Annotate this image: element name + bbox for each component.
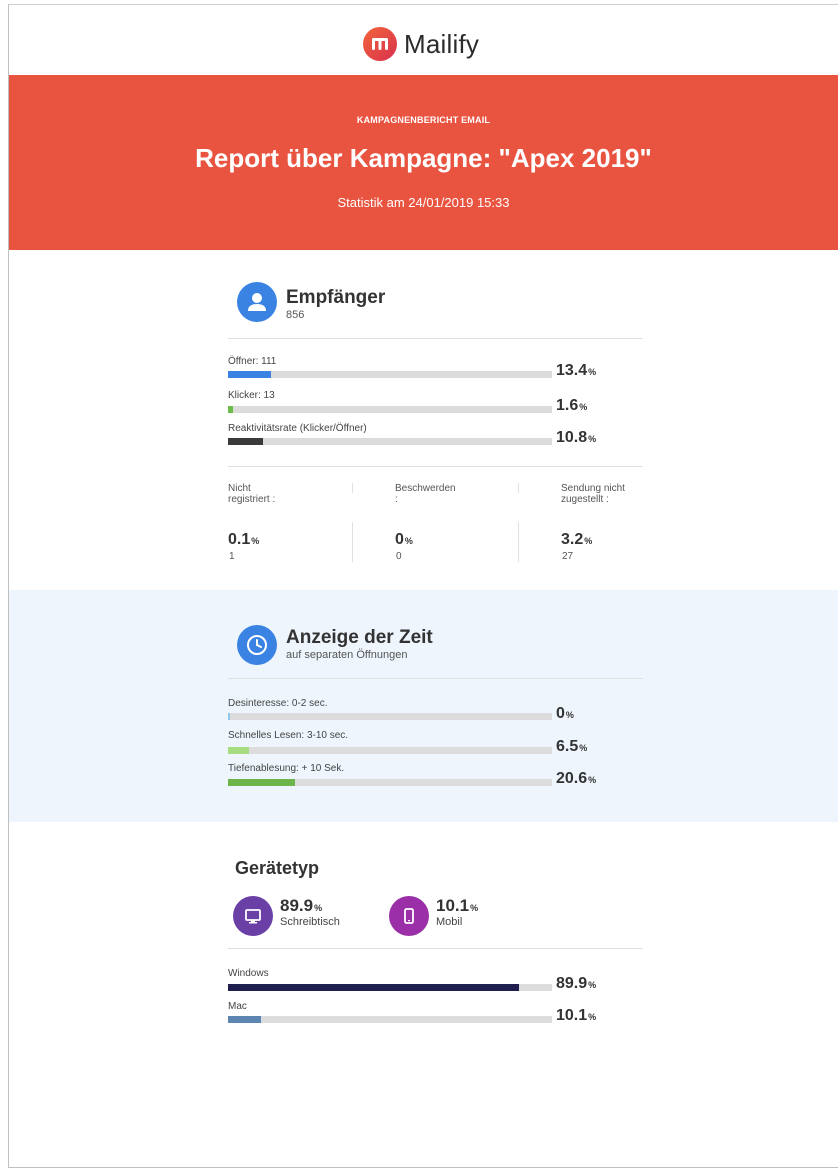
desktop-value: 89.9% — [280, 896, 323, 915]
reactivity-label: Reaktivitätsrate (Klicker/Öffner) — [228, 423, 367, 434]
mobile-value: 10.1% — [436, 896, 479, 915]
report-page: Mailify KAMPAGNENBERICHT EMAIL Report üb… — [8, 4, 838, 1168]
reactivity-bar — [228, 438, 552, 445]
openers-label: Öffner: 111 — [228, 356, 277, 367]
clickers-label: Klicker: 13 — [228, 390, 275, 401]
mac-bar-fill — [228, 1016, 261, 1023]
divider — [228, 466, 643, 467]
report-date: Statistik am 24/01/2019 15:33 — [337, 195, 510, 210]
unregistered-stat: Nicht registriert : — [228, 483, 275, 505]
undelivered-value: 3.2% — [561, 531, 593, 548]
disinterest-label: Desinteresse: 0-2 sec. — [228, 698, 328, 709]
windows-bar-fill — [228, 984, 520, 991]
windows-bar — [228, 984, 552, 991]
separator — [518, 483, 519, 493]
unregistered-label: Nicht registriert : — [228, 483, 276, 505]
mac-value: 10.1% — [556, 1007, 597, 1024]
quick-read-bar-fill — [228, 747, 250, 754]
windows-value: 89.9% — [556, 975, 597, 992]
reactivity-value: 10.8% — [556, 429, 597, 446]
separator — [352, 522, 353, 562]
device-type-title: Gerätetyp — [235, 858, 320, 878]
separator — [518, 522, 519, 562]
windows-label: Windows — [228, 968, 269, 979]
recipients-title: Empfänger — [286, 287, 386, 308]
quick-read-value: 6.5% — [556, 738, 588, 755]
complaints-stat: Beschwerden: — [395, 483, 456, 505]
recipients-count: 856 — [286, 309, 305, 321]
divider — [228, 948, 643, 949]
separator — [352, 483, 353, 493]
reading-time-title: Anzeige der Zeit — [286, 627, 433, 648]
clickers-bar — [228, 406, 552, 413]
brand-logo: Mailify — [363, 27, 479, 61]
openers-bar-fill — [228, 371, 272, 378]
mac-bar — [228, 1016, 552, 1023]
mobile-label: Mobil — [436, 916, 463, 928]
undelivered-label: Sendung nicht zugestellt : — [561, 483, 625, 505]
complaints-count: 0 — [396, 551, 402, 562]
reactivity-bar-fill — [228, 438, 263, 445]
mac-label: Mac — [228, 1001, 247, 1012]
deep-read-bar-fill — [228, 779, 295, 786]
brand-name: Mailify — [404, 28, 480, 59]
complaints-value: 0% — [395, 531, 413, 548]
report-header: KAMPAGNENBERICHT EMAIL Report über Kampa… — [9, 75, 838, 250]
disinterest-bar — [228, 713, 552, 720]
openers-bar — [228, 371, 552, 378]
report-eyebrow: KAMPAGNENBERICHT EMAIL — [356, 115, 491, 125]
complaints-label: Beschwerden: — [395, 483, 456, 505]
undelivered-stat: Sendung nicht zugestellt : — [561, 483, 625, 505]
monitor-icon — [233, 896, 273, 936]
unregistered-value: 0.1% — [228, 531, 260, 548]
deep-read-bar — [228, 779, 552, 786]
divider — [228, 338, 643, 339]
deep-read-value: 20.6% — [556, 770, 597, 787]
logo-bar: Mailify — [9, 5, 838, 75]
clickers-value: 1.6% — [556, 397, 588, 414]
recipients-section: Empfänger 856 Öffner: 111 13.4% Klicker:… — [9, 250, 838, 590]
divider — [228, 678, 643, 679]
reading-time-section: Anzeige der Zeit auf separaten Öffnungen… — [9, 590, 838, 822]
quick-read-bar — [228, 747, 552, 754]
clock-icon — [237, 625, 277, 665]
mailify-logo-icon — [363, 27, 397, 61]
clickers-bar-fill — [228, 406, 234, 413]
user-icon — [237, 282, 277, 322]
deep-read-label: Tiefenablesung: + 10 Sek. — [228, 763, 345, 774]
desktop-label: Schreibtisch — [280, 916, 340, 928]
unregistered-count: 1 — [229, 551, 235, 562]
openers-value: 13.4% — [556, 362, 597, 379]
undelivered-count: 27 — [562, 551, 574, 562]
disinterest-value: 0% — [556, 705, 574, 722]
report-title: Report über Kampagne: "Apex 2019" — [195, 143, 652, 173]
disinterest-bar-fill — [228, 713, 230, 720]
mobile-icon — [389, 896, 429, 936]
device-type-section: Gerätetyp 89.9% Schreibtisch 10.1% Mobil… — [9, 822, 838, 1167]
reading-time-subtitle: auf separaten Öffnungen — [286, 649, 408, 661]
quick-read-label: Schnelles Lesen: 3-10 sec. — [228, 730, 349, 741]
